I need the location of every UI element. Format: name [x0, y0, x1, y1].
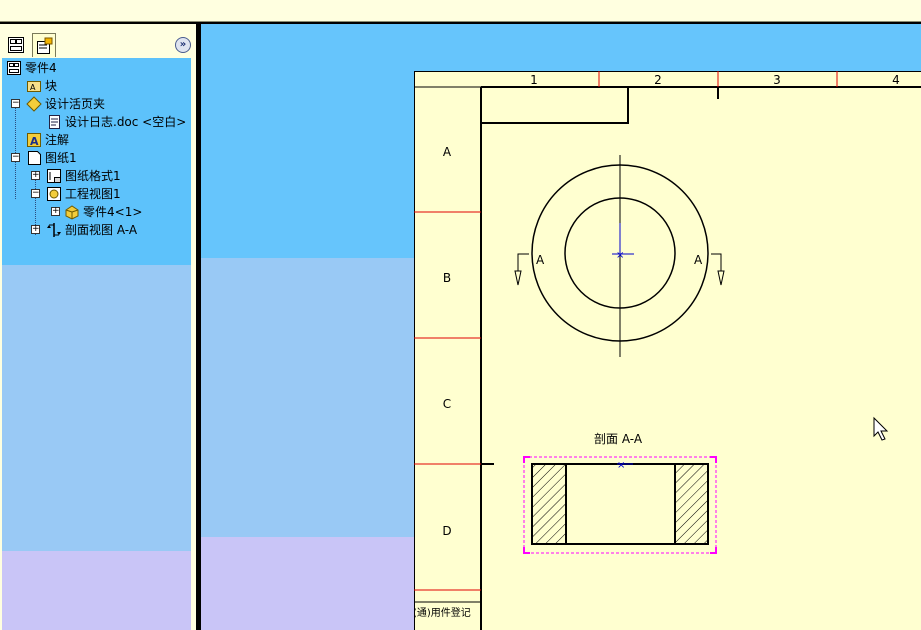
expand-toggle[interactable]: +	[31, 171, 40, 180]
column-label: 3	[773, 73, 781, 87]
tree-item-label: 注解	[45, 133, 70, 147]
block-icon: A	[26, 78, 42, 94]
column-label: 4	[892, 73, 900, 87]
property-manager-icon	[37, 37, 53, 54]
expand-toggle[interactable]: +	[51, 207, 60, 216]
collapse-toggle[interactable]: −	[11, 99, 20, 108]
selection-corner	[523, 547, 530, 554]
tree-item-label: 设计活页夹	[45, 97, 106, 111]
section-arrowhead-right	[717, 270, 725, 286]
feature-manager-panel: » 零件4 A 块 − 设计活页夹 设计日志.doc <空白> A 注解 − 图…	[0, 24, 196, 630]
column-label: 2	[654, 73, 662, 87]
selection-corner	[523, 456, 530, 463]
feature-tree: 零件4 A 块 − 设计活页夹 设计日志.doc <空白> A 注解 − 图纸1…	[2, 58, 191, 630]
feature-tree-icon	[8, 37, 24, 53]
tree-item-sheet1[interactable]: 图纸1	[26, 149, 77, 166]
section-arrowhead-left	[514, 270, 522, 286]
tree-item-section-view[interactable]: 剖面视图 A-A	[46, 221, 137, 238]
mouse-cursor-icon	[873, 416, 889, 441]
tree-item-annotations[interactable]: A 注解	[26, 131, 69, 148]
section-hatch-left	[533, 465, 566, 543]
title-block-corner	[481, 87, 629, 124]
tree-connector	[15, 101, 16, 199]
tree-item-design-journal[interactable]: 设计日志.doc <空白>	[46, 113, 186, 130]
tree-item-part-instance[interactable]: 零件4<1>	[64, 203, 142, 220]
tree-item-root[interactable]: 零件4	[6, 59, 57, 76]
tree-item-drawing-view1[interactable]: 工程视图1	[46, 185, 121, 202]
svg-text:A: A	[30, 135, 39, 148]
selection-corner	[710, 547, 717, 554]
tree-item-label: 零件4	[25, 61, 57, 75]
tree-item-design-binder[interactable]: 设计活页夹	[26, 95, 105, 112]
tree-item-label: 图纸格式1	[65, 169, 121, 183]
section-hatch-right	[675, 465, 707, 543]
panel-tabs: »	[0, 24, 196, 58]
svg-text:A: A	[30, 83, 36, 92]
tree-item-label: 设计日志.doc <空白>	[65, 115, 187, 129]
column-label: 1	[530, 73, 538, 87]
tree-item-label: 工程视图1	[65, 187, 121, 201]
row-label: A	[443, 145, 452, 159]
collapse-toggle[interactable]: −	[31, 189, 40, 198]
section-view-title[interactable]: 剖面 A-A	[594, 432, 643, 446]
collapse-toggle[interactable]: −	[11, 153, 20, 162]
tree-item-label: 零件4<1>	[83, 205, 143, 219]
tree-item-label: 剖面视图 A-A	[65, 223, 138, 237]
drawing-doc-icon	[6, 60, 22, 76]
annotation-icon: A	[26, 132, 42, 148]
title-block-text: 借(通)用件登记	[414, 606, 471, 619]
tab-feature-manager[interactable]	[4, 33, 28, 57]
tab-property-manager[interactable]	[32, 33, 56, 57]
selection-corner	[710, 456, 717, 463]
origin-mark-icon: ×	[616, 250, 624, 261]
tree-item-blocks[interactable]: A 块	[26, 77, 57, 94]
sheet-format-icon	[46, 168, 62, 184]
origin-mark-icon: ×	[617, 460, 625, 471]
section-marker-left[interactable]: A	[536, 253, 545, 267]
top-toolbar	[0, 0, 921, 22]
row-label: B	[443, 271, 451, 285]
drawing-content[interactable]: 1 2 3 4 A B C D × A A 剖面 A-A × 借(通)用件登	[414, 71, 921, 630]
binder-icon	[26, 95, 42, 112]
document-icon	[46, 114, 62, 130]
sheet-icon	[26, 150, 42, 166]
section-arrow-right	[711, 253, 722, 271]
tree-item-label: 块	[45, 79, 58, 93]
row-label: D	[442, 524, 451, 538]
collapse-panel-button[interactable]: »	[175, 37, 191, 53]
part-icon	[64, 204, 80, 220]
section-arrow-left	[517, 253, 529, 271]
section-marker-right[interactable]: A	[694, 253, 703, 267]
tree-item-sheet-format[interactable]: 图纸格式1	[46, 167, 121, 184]
drawing-view-icon	[46, 186, 62, 202]
section-view-icon	[46, 222, 62, 238]
expand-toggle[interactable]: +	[31, 225, 40, 234]
tree-item-label: 图纸1	[45, 151, 77, 165]
row-label: C	[443, 397, 451, 411]
